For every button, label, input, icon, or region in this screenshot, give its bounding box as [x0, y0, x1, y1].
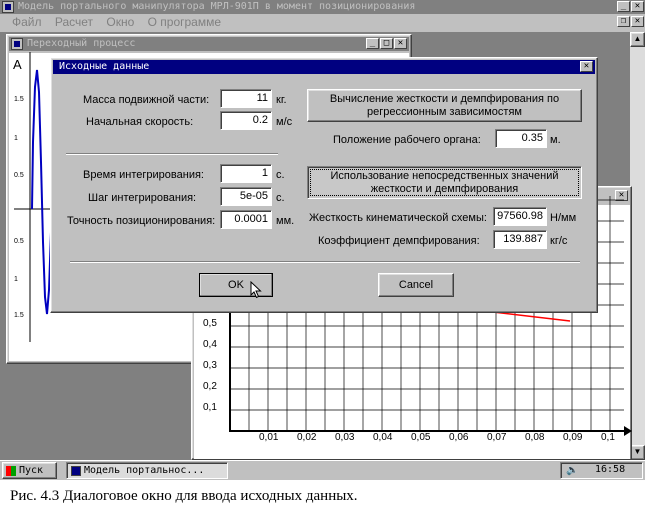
- x-tick-label: 0,07: [487, 432, 507, 443]
- damping-unit: кг/с: [550, 235, 568, 247]
- menu-bar: Файл Расчет Окно О программе: [12, 14, 231, 30]
- x-tick-label: 0,06: [449, 432, 469, 443]
- dialog-title: Исходные данные: [59, 61, 150, 72]
- cancel-button[interactable]: Cancel: [378, 273, 454, 297]
- mouse-cursor-icon: [250, 281, 262, 299]
- stiffness-input[interactable]: 97560.98: [493, 207, 547, 226]
- step-input[interactable]: 5e-05: [220, 187, 272, 206]
- dialog-separator-bottom: [70, 261, 580, 263]
- mass-input[interactable]: 11: [220, 89, 272, 108]
- minimize-button[interactable]: _: [617, 1, 630, 12]
- accuracy-input[interactable]: 0.0001: [220, 210, 272, 229]
- step-unit: с.: [276, 192, 285, 204]
- scroll-up-button[interactable]: ▲: [630, 32, 645, 47]
- child-window-icon[interactable]: [11, 38, 23, 50]
- start-button[interactable]: Пуск: [2, 462, 57, 479]
- scroll-down-button[interactable]: ▼: [630, 445, 645, 460]
- tray-clock: 16:58: [595, 464, 626, 475]
- time-label: Время интегрирования:: [83, 169, 204, 181]
- y-tick-label: 0,2: [203, 381, 217, 392]
- menu-calc[interactable]: Расчет: [55, 15, 93, 29]
- time-input[interactable]: 1: [220, 164, 272, 183]
- x-axis-arrow: [624, 426, 632, 436]
- damping-label: Коэффициент демпфирования:: [318, 235, 480, 247]
- transient-tick: 1.5: [14, 312, 24, 319]
- child-maximize-button[interactable]: □: [380, 38, 393, 49]
- dialog-separator-top: [66, 153, 278, 155]
- menu-about[interactable]: О программе: [148, 15, 221, 29]
- direct-values-button[interactable]: Использование непосредственных значений …: [307, 166, 582, 199]
- damping-input[interactable]: 139.887: [493, 230, 547, 249]
- main-window-title: Модель портального манипулятора МРЛ-901П…: [18, 1, 416, 12]
- transient-tick: 1: [14, 135, 18, 142]
- close-button[interactable]: ✕: [631, 1, 644, 12]
- speed-label: Начальная скорость:: [86, 116, 194, 128]
- time-unit: с.: [276, 169, 285, 181]
- mass-unit: кг.: [276, 94, 287, 106]
- main-title-bar[interactable]: Модель портального манипулятора МРЛ-901П…: [0, 0, 645, 14]
- task-button-model[interactable]: Модель портальнос...: [66, 462, 228, 479]
- child-minimize-button[interactable]: _: [366, 38, 379, 49]
- y-tick-label: 0,3: [203, 360, 217, 371]
- y-tick-label: 0,1: [203, 402, 217, 413]
- transient-tick: 1.5: [14, 96, 24, 103]
- taskbar: Пуск Модель портальнос... 🔈 16:58: [0, 460, 645, 480]
- x-tick-label: 0,03: [335, 432, 355, 443]
- transient-title-bar[interactable]: Переходный процесс _ □ ✕: [9, 37, 409, 51]
- child-close-button[interactable]: ✕: [394, 38, 407, 49]
- app-icon[interactable]: [2, 1, 14, 13]
- transient-tick: 0.5: [14, 172, 24, 179]
- accuracy-unit: мм.: [276, 215, 295, 227]
- mdi-close-button[interactable]: ✕: [631, 16, 644, 27]
- stiffness-label: Жесткость кинематической схемы:: [309, 212, 487, 224]
- vertical-scrollbar[interactable]: ▲ ▼: [630, 32, 645, 460]
- stiffness-unit: Н/мм: [550, 212, 577, 224]
- position-unit: м.: [550, 134, 561, 146]
- dialog-close-button[interactable]: ✕: [580, 61, 593, 72]
- x-tick-label: 0,04: [373, 432, 393, 443]
- y-tick-label: 0,4: [203, 339, 217, 350]
- figure-caption: Рис. 4.3 Диалоговое окно для ввода исход…: [10, 488, 358, 504]
- x-tick-label: 0,09: [563, 432, 583, 443]
- menu-file[interactable]: Файл: [12, 15, 42, 29]
- x-tick-label: 0,01: [259, 432, 279, 443]
- mass-label: Масса подвижной части:: [83, 94, 210, 106]
- mdi-restore-button[interactable]: ❐: [617, 16, 630, 27]
- task-app-icon: [71, 465, 81, 476]
- windows-logo-icon: [6, 465, 16, 476]
- speed-unit: м/с: [276, 116, 293, 128]
- y-tick-label: 0,5: [203, 318, 217, 329]
- x-tick-label: 0,02: [297, 432, 317, 443]
- system-tray: 🔈 16:58: [560, 462, 643, 479]
- menu-window[interactable]: Окно: [106, 15, 134, 29]
- position-label: Положение рабочего органа:: [333, 134, 481, 146]
- start-label: Пуск: [19, 465, 44, 476]
- speaker-icon[interactable]: 🔈: [566, 465, 578, 476]
- position-input[interactable]: 0.35: [495, 129, 547, 148]
- x-tick-label: 0,1: [601, 432, 615, 443]
- dialog-title-bar[interactable]: Исходные данные ✕: [53, 60, 595, 74]
- transient-tick: 1: [14, 276, 18, 283]
- transient-tick: 0.5: [14, 238, 24, 245]
- speed-input[interactable]: 0.2: [220, 111, 272, 130]
- step-label: Шаг интегрирования:: [88, 192, 197, 204]
- transient-window-title: Переходный процесс: [27, 38, 136, 49]
- transient-axis-label: A: [13, 57, 22, 72]
- task-label: Модель портальнос...: [84, 465, 205, 476]
- x-tick-label: 0,08: [525, 432, 545, 443]
- x-tick-label: 0,05: [411, 432, 431, 443]
- regression-calc-button[interactable]: Вычисление жесткости и демпфирования по …: [307, 89, 582, 122]
- accuracy-label: Точность позиционирования:: [67, 215, 216, 227]
